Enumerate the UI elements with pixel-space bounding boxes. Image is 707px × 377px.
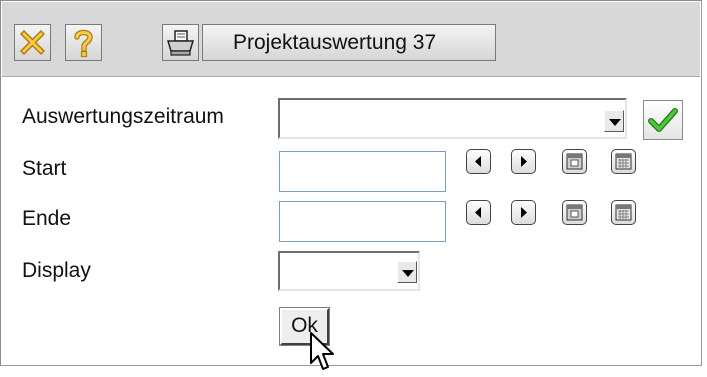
print-button[interactable] — [162, 24, 199, 61]
display-label: Display — [22, 259, 91, 282]
calendar-icon — [615, 204, 632, 221]
triangle-right-icon — [521, 207, 527, 218]
start-calendar-button[interactable] — [611, 149, 636, 174]
start-next-button[interactable] — [511, 149, 536, 174]
confirm-period-button[interactable] — [643, 100, 683, 140]
toolbar: Projektauswertung 37 — [2, 2, 700, 77]
triangle-right-icon — [521, 156, 527, 167]
mouse-cursor-icon — [310, 332, 334, 370]
end-calendar-button[interactable] — [611, 200, 636, 225]
period-select[interactable] — [278, 98, 627, 139]
triangle-left-icon — [475, 207, 481, 218]
period-label: Auswertungszeitraum — [22, 105, 224, 128]
calendar-today-icon — [566, 204, 583, 221]
check-icon — [648, 108, 678, 132]
start-label: Start — [22, 157, 67, 180]
start-date-input[interactable] — [279, 151, 446, 192]
start-prev-button[interactable] — [466, 149, 491, 174]
close-button[interactable] — [14, 24, 51, 61]
end-today-button[interactable] — [562, 200, 587, 225]
end-label: Ende — [22, 207, 72, 230]
end-prev-button[interactable] — [466, 200, 491, 225]
close-icon — [19, 29, 46, 56]
report-title-button[interactable]: Projektauswertung 37 — [202, 24, 496, 61]
end-next-button[interactable] — [511, 200, 536, 225]
calendar-icon — [615, 153, 632, 170]
report-dialog: Projektauswertung 37 Auswertungszeitraum… — [0, 0, 702, 370]
printer-icon — [166, 30, 195, 56]
start-today-button[interactable] — [562, 149, 587, 174]
display-select-arrow[interactable] — [397, 261, 417, 283]
display-select[interactable] — [278, 251, 420, 291]
period-select-arrow[interactable] — [604, 110, 624, 132]
help-icon — [74, 29, 93, 58]
calendar-today-icon — [566, 153, 583, 170]
help-button[interactable] — [65, 24, 102, 61]
end-date-input[interactable] — [279, 201, 446, 242]
triangle-left-icon — [475, 156, 481, 167]
